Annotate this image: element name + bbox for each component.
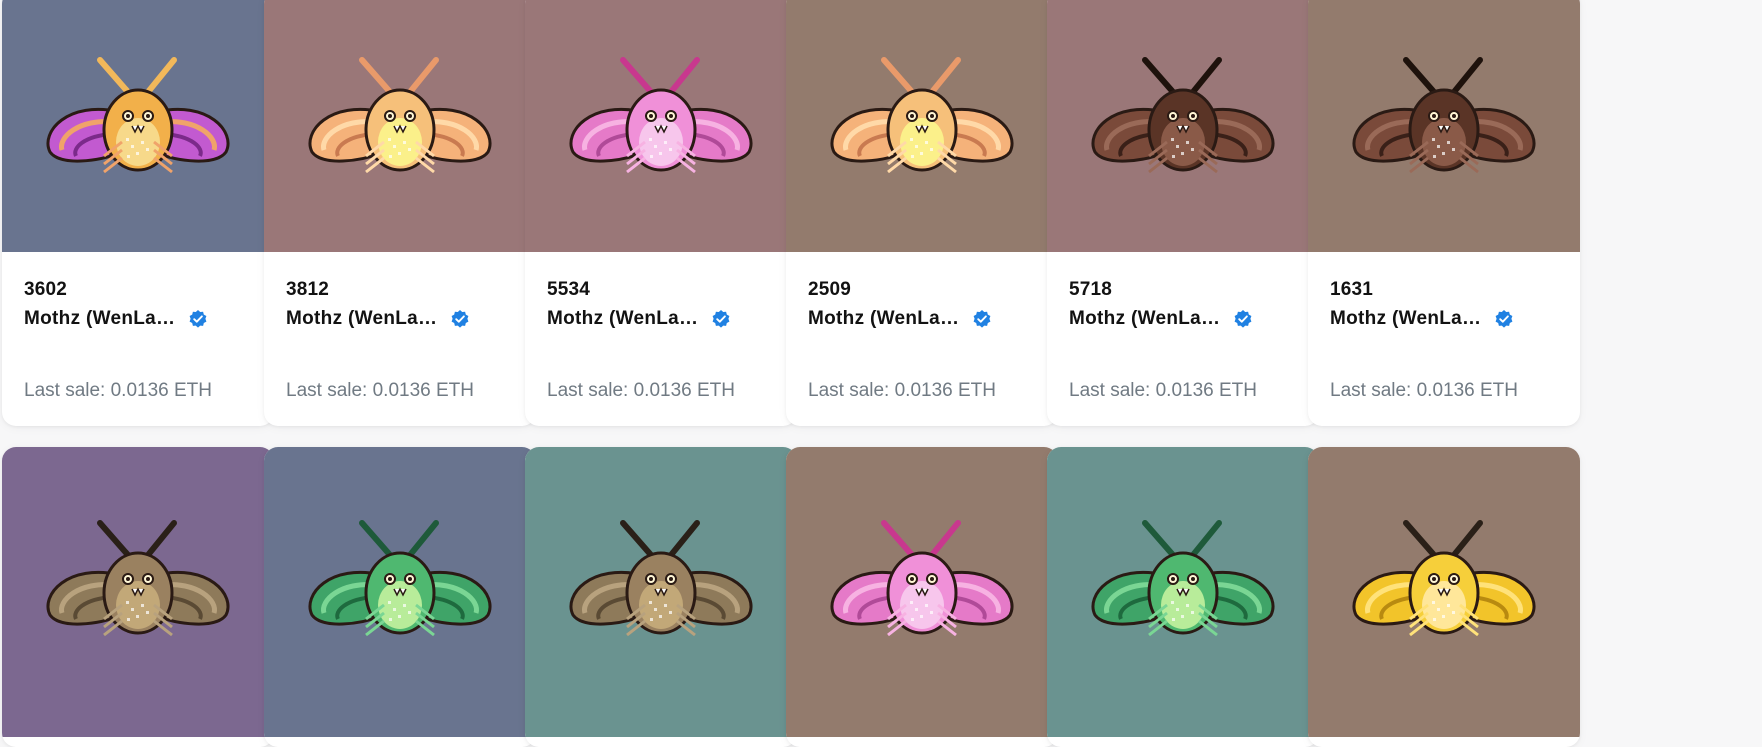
- last-sale-price: 0.0136 ETH: [372, 380, 475, 401]
- collection-name[interactable]: Mothz (WenLambo): [24, 308, 179, 330]
- verified-badge-icon: [450, 309, 470, 329]
- nft-card-info: 3812 Mothz (WenLambo) Last sale: 0.0136 ET…: [264, 252, 536, 426]
- collection-name[interactable]: Mothz (WenLambo): [1330, 308, 1485, 330]
- token-id: 5534: [547, 279, 591, 300]
- nft-image[interactable]: [525, 447, 797, 737]
- last-sale-price: 0.0136 ETH: [894, 380, 997, 401]
- nft-image[interactable]: [264, 0, 536, 252]
- nft-grid: 3602 Mothz (WenLambo) Last sale: 0.0136 ET…: [0, 0, 1762, 747]
- last-sale-price: 0.0136 ETH: [1155, 380, 1258, 401]
- nft-image[interactable]: [1047, 447, 1319, 737]
- nft-card[interactable]: 1631 Mothz (WenLambo) Last sale: 0.0136 ET…: [1308, 0, 1580, 426]
- last-sale-price: 0.0136 ETH: [110, 380, 213, 401]
- last-sale: Last sale: 0.0136 ETH: [1330, 380, 1518, 402]
- nft-image[interactable]: [1308, 447, 1580, 737]
- collection-name[interactable]: Mothz (WenLambo): [286, 308, 441, 330]
- nft-card-info: 3602 Mothz (WenLambo) Last sale: 0.0136 ET…: [2, 252, 274, 426]
- token-id: 2509: [808, 279, 852, 300]
- collection-link[interactable]: Mothz (WenLambo): [1330, 308, 1514, 330]
- last-sale: Last sale: 0.0136 ETH: [547, 380, 735, 402]
- token-id: 1631: [1330, 279, 1374, 300]
- last-sale-label: Last sale:: [286, 380, 368, 401]
- collection-link[interactable]: Mothz (WenLambo): [24, 308, 208, 330]
- last-sale: Last sale: 0.0136 ETH: [808, 380, 996, 402]
- nft-image[interactable]: [264, 447, 536, 737]
- last-sale-label: Last sale:: [547, 380, 629, 401]
- verified-badge-icon: [972, 309, 992, 329]
- nft-image[interactable]: [2, 447, 274, 737]
- last-sale-price: 0.0136 ETH: [1416, 380, 1519, 401]
- last-sale-price: 0.0136 ETH: [633, 380, 736, 401]
- last-sale: Last sale: 0.0136 ETH: [286, 380, 474, 402]
- nft-card-info: 5718 Mothz (WenLambo) Last sale: 0.0136 ET…: [1047, 252, 1319, 426]
- nft-card[interactable]: [264, 447, 536, 747]
- nft-image[interactable]: [1308, 0, 1580, 252]
- collection-name[interactable]: Mothz (WenLambo): [1069, 308, 1224, 330]
- collection-link[interactable]: Mothz (WenLambo): [1069, 308, 1253, 330]
- collection-link[interactable]: Mothz (WenLambo): [808, 308, 992, 330]
- token-id: 3812: [286, 279, 330, 300]
- collection-name[interactable]: Mothz (WenLambo): [808, 308, 963, 330]
- last-sale-label: Last sale:: [1330, 380, 1412, 401]
- collection-name[interactable]: Mothz (WenLambo): [547, 308, 702, 330]
- nft-card[interactable]: [1047, 447, 1319, 747]
- verified-badge-icon: [1494, 309, 1514, 329]
- nft-image[interactable]: [786, 447, 1058, 737]
- nft-card-info: 1631 Mothz (WenLambo) Last sale: 0.0136 ET…: [1308, 252, 1580, 426]
- nft-card-info: 5534 Mothz (WenLambo) Last sale: 0.0136 ET…: [525, 252, 797, 426]
- nft-card[interactable]: [525, 447, 797, 747]
- nft-card[interactable]: 3602 Mothz (WenLambo) Last sale: 0.0136 ET…: [2, 0, 274, 426]
- verified-badge-icon: [1233, 309, 1253, 329]
- last-sale: Last sale: 0.0136 ETH: [1069, 380, 1257, 402]
- nft-card[interactable]: [786, 447, 1058, 747]
- token-id: 3602: [24, 279, 68, 300]
- last-sale-label: Last sale:: [1069, 380, 1151, 401]
- nft-image[interactable]: [786, 0, 1058, 252]
- nft-card-info: 2509 Mothz (WenLambo) Last sale: 0.0136 ET…: [786, 252, 1058, 426]
- last-sale-label: Last sale:: [808, 380, 890, 401]
- nft-card[interactable]: [2, 447, 274, 747]
- nft-card[interactable]: 5534 Mothz (WenLambo) Last sale: 0.0136 ET…: [525, 0, 797, 426]
- last-sale: Last sale: 0.0136 ETH: [24, 380, 212, 402]
- verified-badge-icon: [711, 309, 731, 329]
- nft-image[interactable]: [1047, 0, 1319, 252]
- nft-image[interactable]: [2, 0, 274, 252]
- nft-image[interactable]: [525, 0, 797, 252]
- nft-card[interactable]: 3812 Mothz (WenLambo) Last sale: 0.0136 ET…: [264, 0, 536, 426]
- nft-card[interactable]: 2509 Mothz (WenLambo) Last sale: 0.0136 ET…: [786, 0, 1058, 426]
- collection-link[interactable]: Mothz (WenLambo): [286, 308, 470, 330]
- nft-card[interactable]: [1308, 447, 1580, 747]
- nft-card[interactable]: 5718 Mothz (WenLambo) Last sale: 0.0136 ET…: [1047, 0, 1319, 426]
- token-id: 5718: [1069, 279, 1113, 300]
- last-sale-label: Last sale:: [24, 380, 106, 401]
- collection-link[interactable]: Mothz (WenLambo): [547, 308, 731, 330]
- verified-badge-icon: [188, 309, 208, 329]
